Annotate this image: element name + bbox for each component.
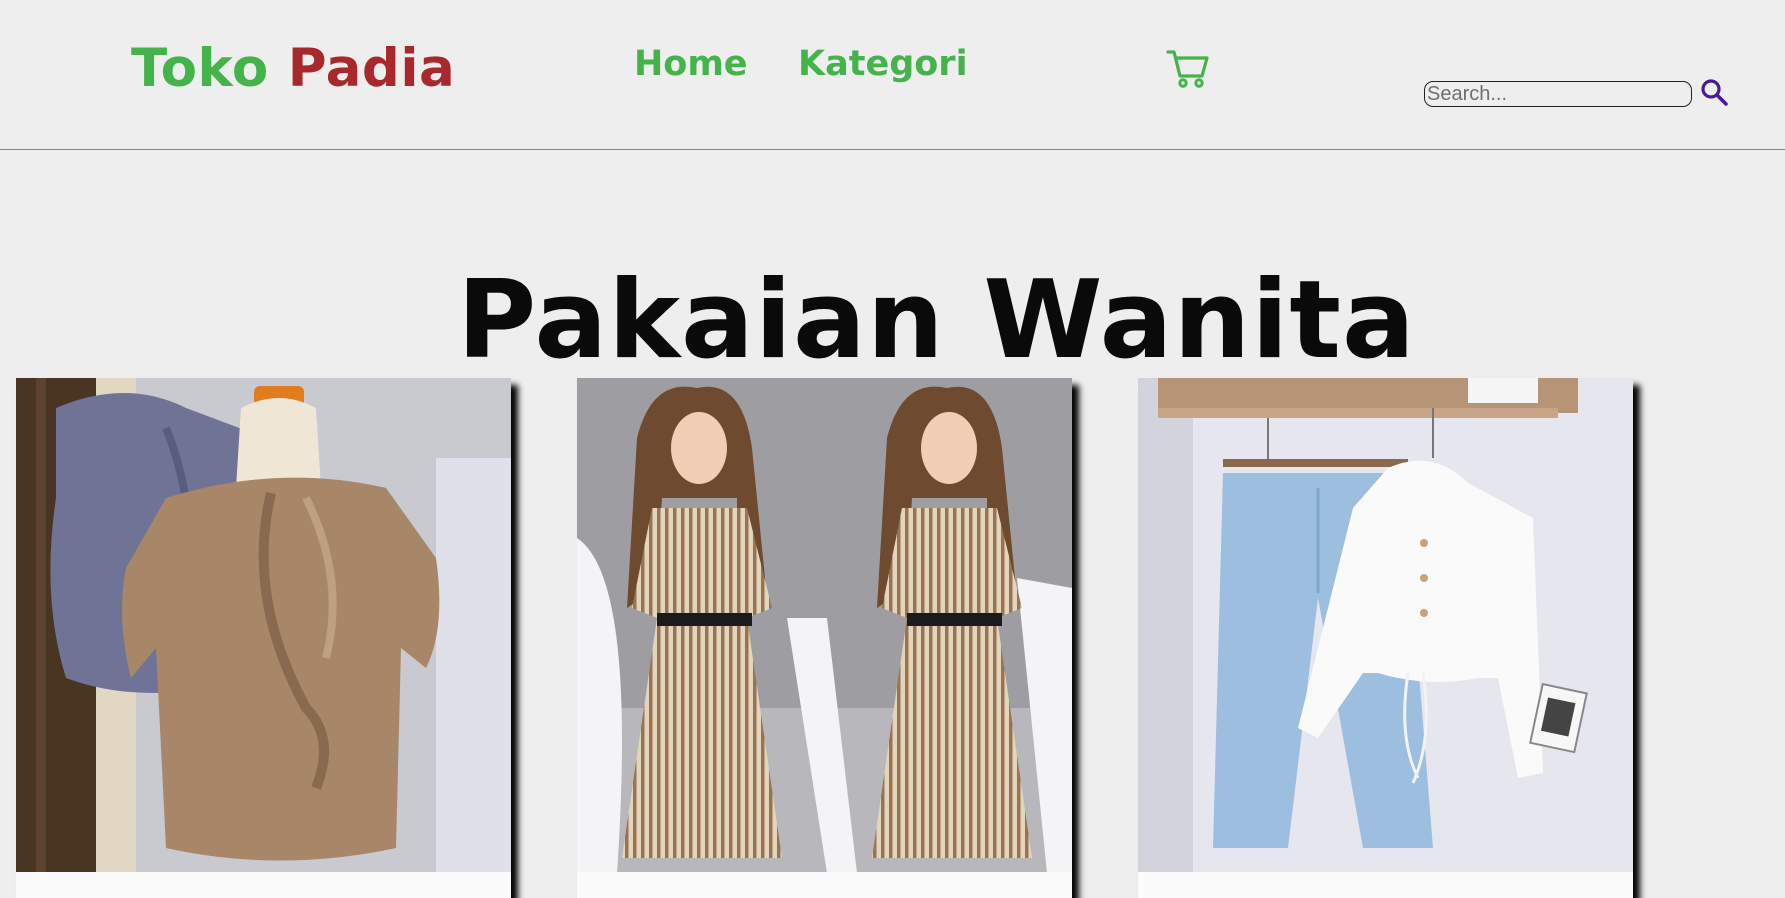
brand-logo[interactable]: Toko Padia [131,38,455,99]
product-card[interactable] [577,378,1072,898]
page-title: Pakaian Wanita [457,258,1416,384]
product-image-dress [577,378,1072,873]
card-footer [16,872,511,898]
brand-name-part1: Toko [131,38,288,99]
product-card[interactable] [16,378,511,898]
card-footer [1138,872,1633,898]
nav-kategori-link[interactable]: Kategori [798,44,968,84]
search-input[interactable] [1424,81,1692,107]
product-image-blouse [16,378,511,873]
shopping-cart-icon[interactable] [1166,46,1210,88]
navbar: Toko Padia Home Kategori [0,0,1785,150]
card-footer [577,872,1072,898]
search-button[interactable] [1700,78,1728,106]
product-image-set [1138,378,1633,873]
search-icon [1701,79,1728,106]
brand-name-part2: Padia [287,38,456,99]
product-card[interactable] [1138,378,1633,898]
nav-home-link[interactable]: Home [634,44,748,84]
